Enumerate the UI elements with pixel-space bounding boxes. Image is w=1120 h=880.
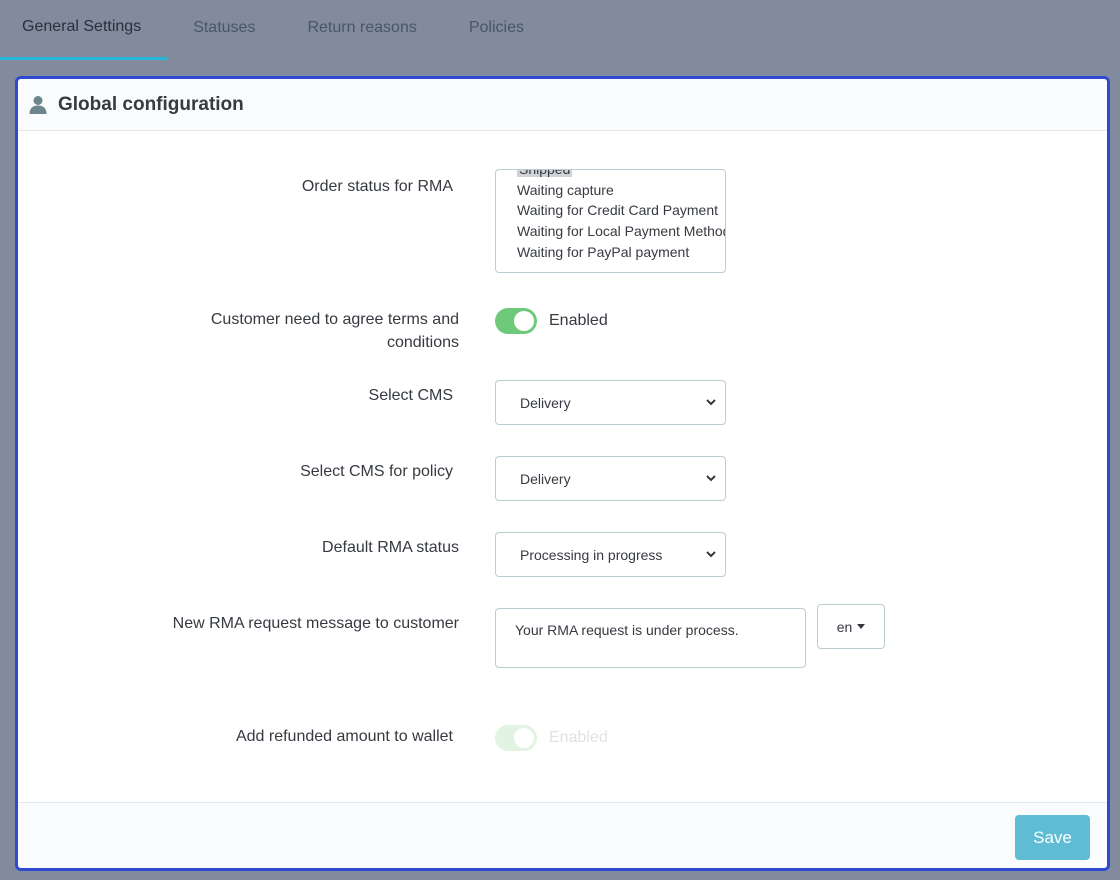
refund-wallet-state: Enabled xyxy=(549,729,608,746)
tab-return-reasons[interactable]: Return reasons xyxy=(281,0,442,56)
tab-general-settings[interactable]: General Settings xyxy=(0,0,168,60)
panel-footer: Save xyxy=(18,802,1107,868)
panel-header: Global configuration xyxy=(18,79,1107,131)
select-cms-dropdown[interactable]: Delivery xyxy=(495,380,726,425)
language-selector-button[interactable]: en xyxy=(817,604,885,649)
default-rma-status-dropdown[interactable]: Processing in progress xyxy=(495,532,726,577)
refund-wallet-label: Add refunded amount to wallet xyxy=(235,728,453,745)
chevron-down-icon xyxy=(706,551,716,558)
list-item[interactable]: Waiting for Local Payment Method xyxy=(496,221,725,242)
list-item[interactable]: Waiting capture xyxy=(496,180,725,201)
global-configuration-panel: Global configuration Order status for RM… xyxy=(15,76,1110,871)
list-item[interactable]: Waiting for Credit Card Payment xyxy=(496,200,725,221)
toggle-knob xyxy=(514,311,534,331)
list-item[interactable]: Shipped xyxy=(496,170,725,180)
tab-statuses[interactable]: Statuses xyxy=(167,0,281,56)
select-cms-policy-dropdown[interactable]: Delivery xyxy=(495,456,726,501)
tab-bar: General Settings Statuses Return reasons… xyxy=(0,0,1120,60)
refund-wallet-toggle[interactable] xyxy=(495,725,537,751)
toggle-knob xyxy=(514,728,534,748)
order-status-listbox[interactable]: Shipped Waiting capture Waiting for Cred… xyxy=(495,169,726,273)
user-icon xyxy=(28,95,48,115)
chevron-down-icon xyxy=(706,475,716,482)
default-rma-status-label: Default RMA status xyxy=(322,539,459,556)
order-status-label: Order status for RMA xyxy=(301,178,453,195)
new-rma-message-label: New RMA request message to customer xyxy=(172,615,459,632)
agree-terms-label: Customer need to agree terms and conditi… xyxy=(210,311,459,351)
agree-terms-state: Enabled xyxy=(549,312,608,329)
select-cms-label: Select CMS xyxy=(368,387,453,404)
save-button[interactable]: Save xyxy=(1015,815,1090,860)
tab-policies[interactable]: Policies xyxy=(443,0,550,56)
list-item[interactable]: Waiting for PayPal payment xyxy=(496,242,725,263)
select-cms-policy-label: Select CMS for policy xyxy=(300,463,453,480)
new-rma-message-textarea[interactable]: Your RMA request is under process. xyxy=(495,608,806,668)
agree-terms-toggle[interactable] xyxy=(495,308,537,334)
chevron-down-icon xyxy=(706,399,716,406)
panel-title: Global configuration xyxy=(58,93,244,115)
caret-down-icon xyxy=(857,624,866,629)
